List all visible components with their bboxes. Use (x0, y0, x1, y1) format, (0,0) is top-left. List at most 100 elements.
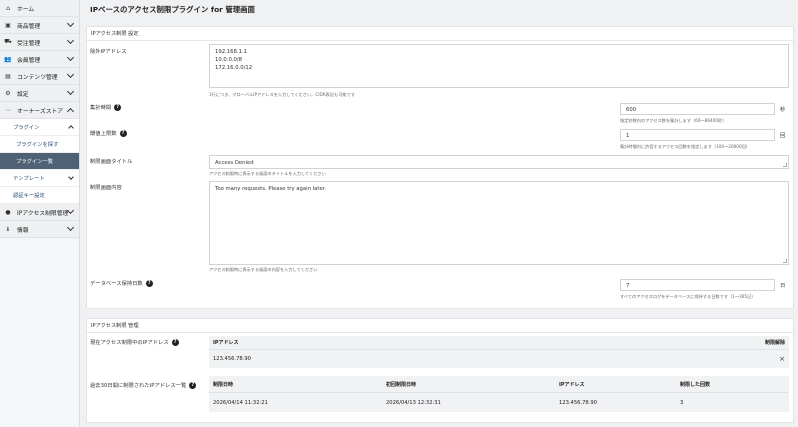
threshold-input[interactable]: 1 (620, 129, 775, 141)
chevron-down-icon (66, 87, 75, 96)
sidebar-item-customers[interactable]: 👥 会員管理 (0, 51, 79, 68)
store-icon: ⋯ (5, 106, 11, 114)
threshold-label: 閾値上限数 ? (90, 129, 127, 137)
period-hint: 指定秒数内のアクセス数を集計します（60～86400秒） (620, 118, 727, 123)
retention-hint: すべてのアクセスログをデータベースに保持する日数です（1～365日） (620, 294, 756, 299)
sidebar-item-owners-store[interactable]: ⋯ オーナーズストア (0, 102, 79, 119)
threshold-label-text: 閾値上限数 (90, 131, 117, 137)
sidebar-item-label: オーナーズストア (17, 108, 64, 115)
cell-first-blocked-at: 2026/04/13 12:32:31 (386, 399, 441, 406)
resize-handle[interactable] (783, 163, 787, 167)
box-icon: ▣ (5, 21, 11, 29)
page-title: IPベースのアクセス制限プラグイン for 管理画面 (90, 5, 255, 14)
cell-blocked-at: 2026/04/14 11:32:21 (213, 399, 268, 406)
chevron-up-icon (66, 107, 75, 116)
current-blocked-label: 現在アクセス制限中のIPアドレス ? (90, 338, 179, 346)
threshold-hint: 集計時間内に許容するアクセス回数を指定します（100～20000回） (620, 144, 750, 149)
block-title-value: Access Denied (215, 160, 254, 166)
chevron-down-icon (66, 70, 75, 79)
retention-input[interactable]: 7 (620, 279, 775, 291)
ip-icon: ● (5, 208, 11, 216)
exclude-ip-hint: 1行につき、グローバルIPアドレスを入力してください。CIDR表記も可能です (209, 92, 355, 97)
block-title-label: 制限画面タイトル (90, 159, 133, 165)
period-unit: 秒 (780, 107, 786, 113)
exclude-ip-label: 除外IPアドレス (90, 49, 127, 55)
block-title-hint: アクセス制限時に表示する画面のタイトルを入力してください (209, 171, 326, 176)
history-label-text: 過去30日間に制限されたIPアドレス一覧 (90, 383, 187, 389)
gear-icon: ⚙ (5, 89, 11, 97)
column-header-first-blocked-at: 初回制限日時 (386, 381, 417, 388)
sidebar-item-label: 受注管理 (17, 40, 41, 47)
manage-card: IPアクセス制限 管理 現在アクセス制限中のIPアドレス ? IPアドレス 制限… (86, 318, 794, 423)
sidebar-item-label: IPアクセス制限管理 (17, 210, 69, 217)
current-blocked-table: IPアドレス 制限解除 123.456.78.90 × (209, 336, 789, 368)
sidebar-item-ip-restriction[interactable]: ● IPアクセス制限管理 (0, 204, 79, 221)
sidebar-item-products[interactable]: ▣ 商品管理 (0, 17, 79, 34)
period-input[interactable]: 600 (620, 103, 775, 115)
retention-unit: 日 (780, 283, 786, 289)
sidebar-item-label: 会員管理 (17, 57, 41, 64)
home-icon: ⌂ (6, 4, 10, 12)
sidebar-item-contents[interactable]: ▤ コンテンツ管理 (0, 68, 79, 85)
retention-label-text: データベース保持日数 (90, 281, 143, 287)
help-icon[interactable]: ? (114, 103, 122, 111)
history-table: 制限日時 初回制限日時 IPアドレス 制限した回数 2026/04/14 11:… (209, 376, 789, 412)
settings-card: IPアクセス制限 設定 除外IPアドレス 192.168.1.1 10.0.0.… (86, 26, 794, 309)
sidebar-subitem-plugin-search[interactable]: プラグインを探す (0, 136, 79, 153)
exclude-ip-textarea[interactable]: 192.168.1.1 10.0.0.0/8 172.16.0.0/12 (209, 44, 789, 88)
sidebar-item-info[interactable]: ℹ 情報 (0, 221, 79, 238)
period-label: 集計時間 ? (90, 103, 122, 111)
sidebar-subitem-plugin-list[interactable]: プラグイン一覧 (0, 153, 79, 170)
sidebar-subitem-template[interactable]: テンプレート (0, 170, 79, 187)
chevron-down-icon (66, 53, 75, 62)
sidebar-item-label: プラグイン一覧 (16, 159, 54, 165)
table-header: IPアドレス 制限解除 (209, 336, 789, 350)
column-header-action: 制限解除 (764, 340, 785, 346)
table-header: 制限日時 初回制限日時 IPアドレス 制限した回数 (209, 376, 789, 393)
sidebar-item-label: 設定 (17, 91, 29, 98)
sidebar-item-settings[interactable]: ⚙ 設定 (0, 85, 79, 102)
chevron-down-icon (68, 174, 74, 180)
chevron-down-icon (66, 19, 75, 28)
table-row: 123.456.78.90 × (209, 350, 789, 368)
close-icon[interactable]: × (779, 355, 785, 363)
users-icon: 👥 (4, 55, 12, 63)
sidebar-item-label: 認証キー設定 (13, 193, 45, 199)
help-icon[interactable]: ? (171, 338, 179, 346)
help-icon[interactable]: ? (119, 129, 127, 137)
sidebar-item-home[interactable]: ⌂ ホーム (0, 0, 79, 17)
help-icon[interactable]: ? (145, 279, 153, 287)
retention-label: データベース保持日数 ? (90, 279, 153, 287)
block-title-input[interactable]: Access Denied (209, 155, 789, 169)
sidebar-subitem-auth-key[interactable]: 認証キー設定 (0, 187, 79, 204)
block-content-textarea[interactable]: Too many requests. Please try again late… (209, 181, 789, 265)
sidebar: ⌂ ホーム ▣ 商品管理 ⛟ 受注管理 👥 会員管理 ▤ コンテンツ管理 ⚙ 設… (0, 0, 80, 427)
document-icon: ▤ (5, 72, 11, 80)
sidebar-item-label: プラグイン (13, 125, 40, 131)
chevron-up-icon (68, 125, 74, 131)
sidebar-item-label: 商品管理 (17, 23, 41, 30)
sidebar-item-label: 情報 (17, 227, 29, 234)
table-row: 2026/04/14 11:32:21 2026/04/13 12:32:31 … (209, 393, 789, 412)
card-header: IPアクセス制限 設定 (87, 27, 793, 41)
sidebar-item-label: ホーム (17, 6, 35, 13)
history-label: 過去30日間に制限されたIPアドレス一覧 ? (90, 381, 197, 389)
current-blocked-label-text: 現在アクセス制限中のIPアドレス (90, 340, 169, 346)
block-content-value: Too many requests. Please try again late… (215, 186, 327, 192)
sidebar-subitem-plugin[interactable]: プラグイン (0, 119, 79, 136)
cell-ip: 123.456.78.90 (559, 399, 597, 406)
cell-count: 3 (680, 399, 684, 406)
help-icon[interactable]: ? (189, 381, 197, 389)
cell-ip: 123.456.78.90 (213, 356, 251, 362)
column-header-ip: IPアドレス (213, 340, 239, 346)
period-label-text: 集計時間 (90, 105, 112, 111)
threshold-unit: 回 (780, 133, 786, 139)
sidebar-item-label: コンテンツ管理 (17, 74, 58, 81)
cart-icon: ⛟ (4, 38, 12, 45)
sidebar-item-label: プラグインを探す (16, 142, 59, 148)
resize-handle[interactable] (783, 259, 787, 263)
block-content-hint: アクセス制限時に表示する画面の内容を入力してください (209, 267, 318, 272)
column-header-count: 制限した回数 (680, 381, 711, 388)
column-header-blocked-at: 制限日時 (213, 381, 234, 388)
sidebar-item-orders[interactable]: ⛟ 受注管理 (0, 34, 79, 51)
